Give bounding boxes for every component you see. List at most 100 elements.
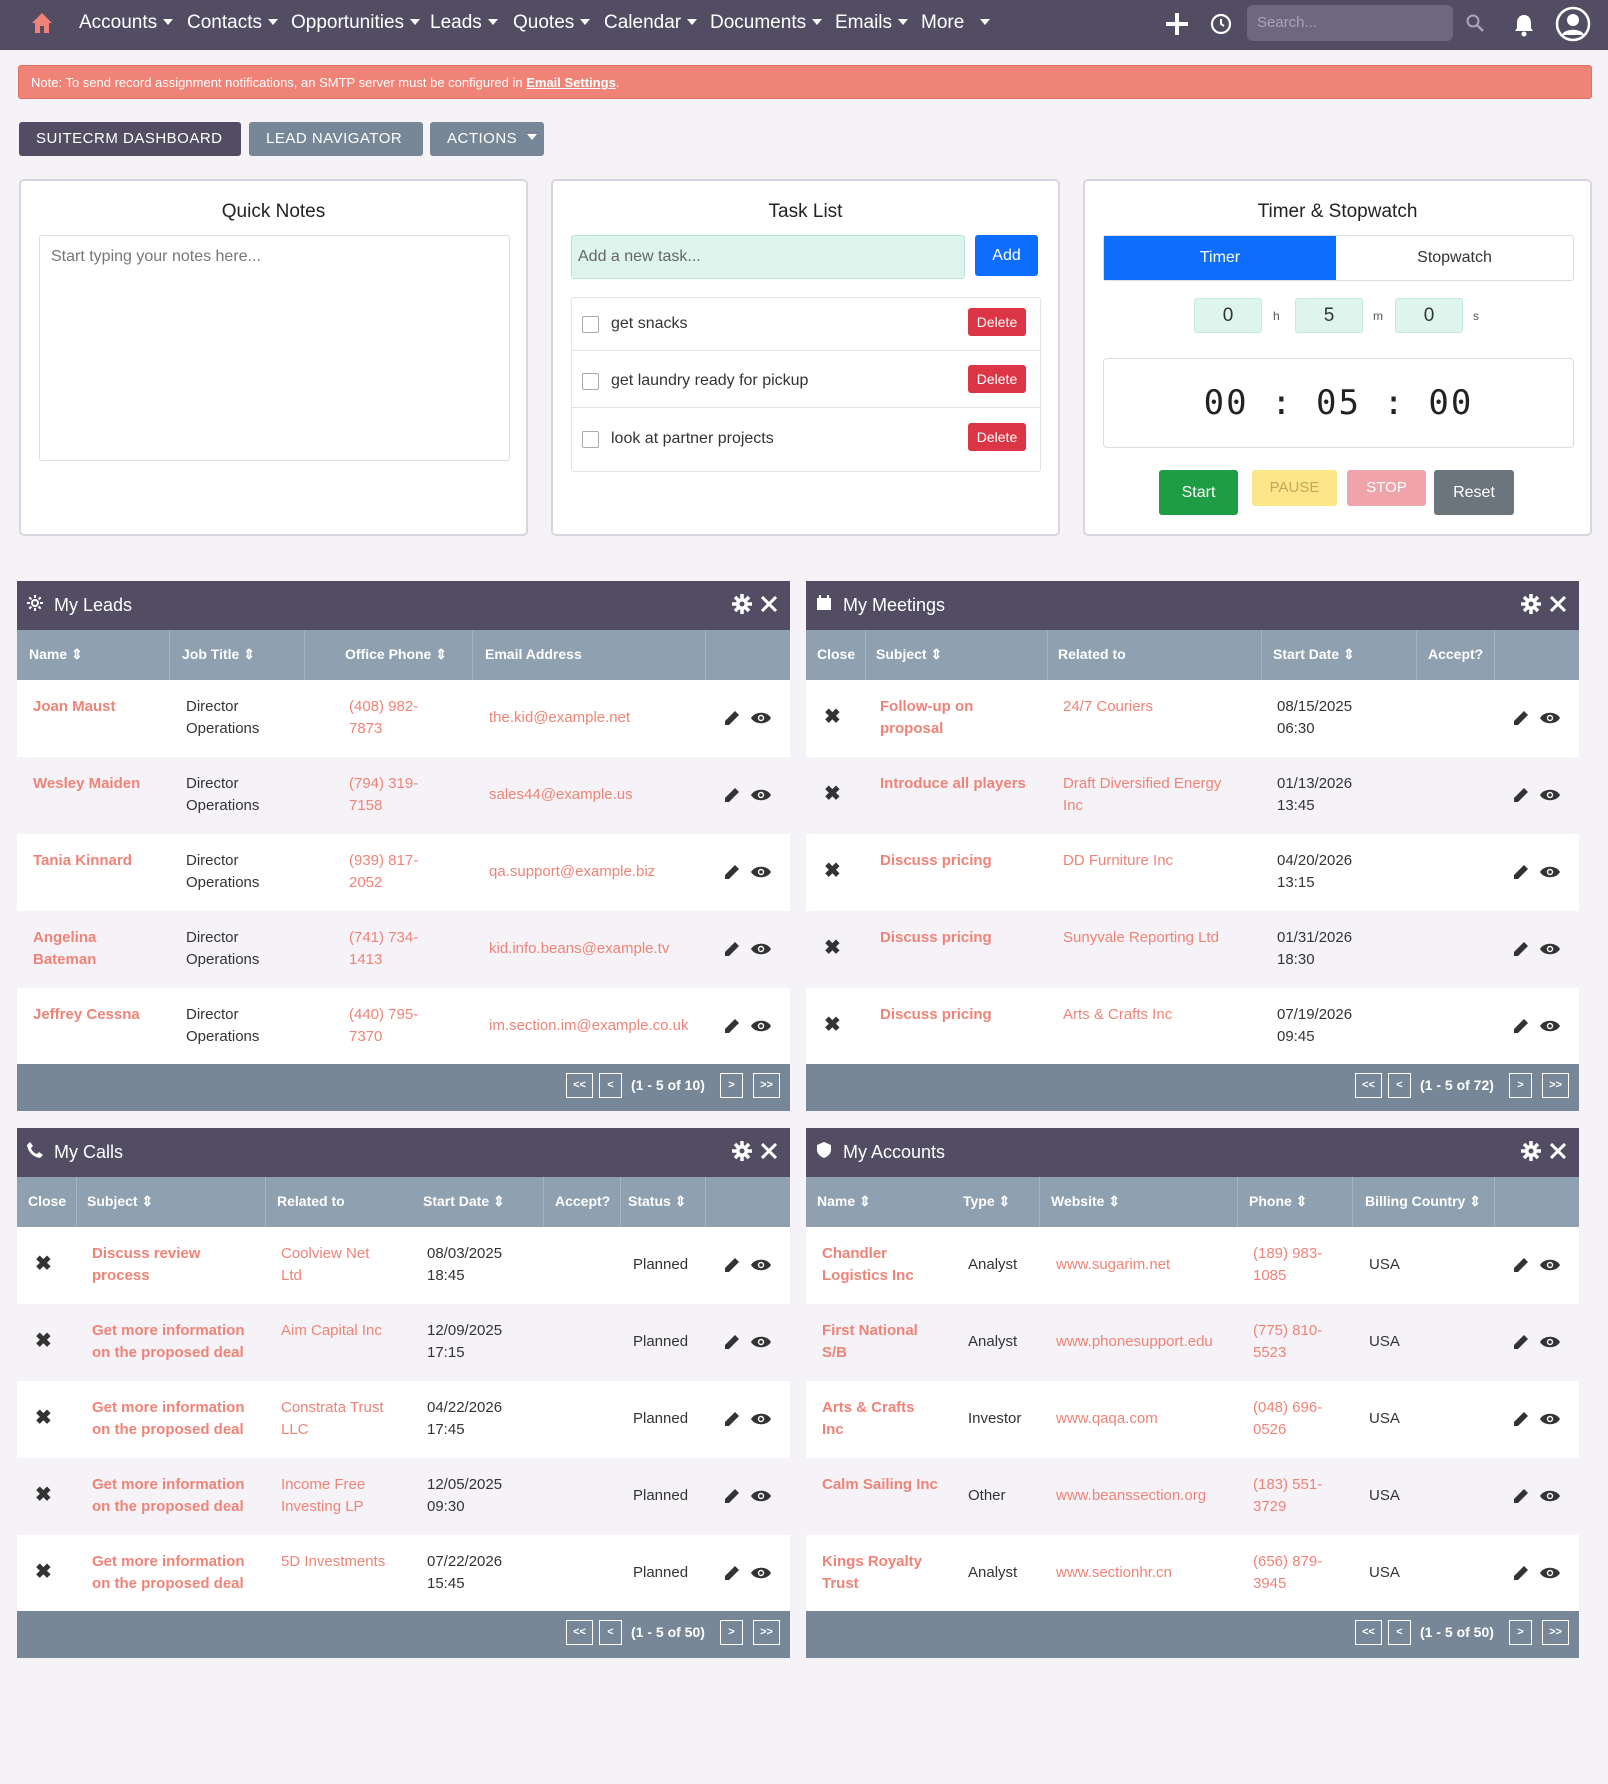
edit-pencil-icon[interactable]: [724, 1257, 740, 1278]
col-name[interactable]: Name ⇕: [29, 646, 83, 663]
timer-tab[interactable]: Timer: [1104, 236, 1336, 280]
edit-pencil-icon[interactable]: [724, 710, 740, 731]
prev-page-button[interactable]: <: [1388, 1620, 1411, 1645]
account-name-link[interactable]: Calm Sailing Inc: [822, 1474, 938, 1496]
close-x-icon[interactable]: ✖: [824, 781, 841, 806]
settings-gear-icon[interactable]: [732, 1141, 752, 1161]
lead-name-link[interactable]: Wesley Maiden: [33, 773, 140, 795]
delete-task-button[interactable]: Delete: [968, 308, 1026, 336]
task-checkbox[interactable]: [582, 316, 599, 333]
col-type[interactable]: Type ⇕: [963, 1193, 1010, 1210]
task-checkbox[interactable]: [582, 431, 599, 448]
col-job-title[interactable]: Job Title ⇕: [182, 646, 255, 663]
meeting-subject-link[interactable]: Introduce all players: [880, 773, 1026, 795]
call-subject-link[interactable]: Get more information on the proposed deal: [92, 1397, 245, 1441]
reset-button[interactable]: Reset: [1434, 470, 1514, 515]
close-x-icon[interactable]: ✖: [35, 1251, 52, 1276]
edit-pencil-icon[interactable]: [1513, 1018, 1529, 1039]
call-subject-link[interactable]: Get more information on the proposed deal: [92, 1551, 245, 1595]
view-eye-icon[interactable]: [751, 1019, 771, 1038]
prev-page-button[interactable]: <: [1388, 1073, 1411, 1098]
edit-pencil-icon[interactable]: [1513, 1565, 1529, 1586]
edit-pencil-icon[interactable]: [724, 1018, 740, 1039]
nav-emails[interactable]: Emails: [835, 12, 909, 34]
col-start-date[interactable]: Start Date ⇕: [1273, 646, 1355, 663]
view-eye-icon[interactable]: [1540, 788, 1560, 807]
stop-button[interactable]: STOP: [1347, 470, 1426, 506]
hours-input[interactable]: 0: [1194, 298, 1262, 333]
view-eye-icon[interactable]: [751, 1335, 771, 1354]
pause-button[interactable]: PAUSE: [1252, 470, 1337, 506]
edit-pencil-icon[interactable]: [1513, 1257, 1529, 1278]
col-phone[interactable]: Phone ⇕: [1249, 1193, 1307, 1210]
email-link[interactable]: qa.support@example.biz: [489, 861, 655, 883]
close-x-icon[interactable]: ✖: [35, 1328, 52, 1353]
last-page-button[interactable]: >>: [1542, 1073, 1569, 1098]
phone-link[interactable]: (048) 696- 0526: [1253, 1397, 1322, 1441]
close-x-icon[interactable]: ✖: [824, 935, 841, 960]
related-to-link[interactable]: Arts & Crafts Inc: [1063, 1004, 1172, 1026]
view-eye-icon[interactable]: [751, 942, 771, 961]
stopwatch-tab[interactable]: Stopwatch: [1336, 236, 1573, 280]
col-website[interactable]: Website ⇕: [1051, 1193, 1120, 1210]
office-phone-link[interactable]: (408) 982- 7873: [349, 696, 418, 740]
edit-pencil-icon[interactable]: [1513, 1411, 1529, 1432]
close-x-icon[interactable]: ✖: [35, 1405, 52, 1430]
phone-link[interactable]: (775) 810- 5523: [1253, 1320, 1322, 1364]
close-x-icon[interactable]: ✖: [824, 1012, 841, 1037]
view-eye-icon[interactable]: [1540, 1335, 1560, 1354]
view-eye-icon[interactable]: [1540, 1412, 1560, 1431]
delete-task-button[interactable]: Delete: [968, 365, 1026, 393]
close-icon[interactable]: [761, 1143, 777, 1159]
call-subject-link[interactable]: Get more information on the proposed deal: [92, 1320, 245, 1364]
lead-name-link[interactable]: Angelina Bateman: [33, 927, 96, 971]
related-to-link[interactable]: Sunyvale Reporting Ltd: [1063, 927, 1219, 949]
view-eye-icon[interactable]: [751, 1489, 771, 1508]
email-settings-link[interactable]: Email Settings: [526, 75, 616, 90]
view-eye-icon[interactable]: [751, 1566, 771, 1585]
suitecrm-dashboard-tab[interactable]: SUITECRM DASHBOARD: [19, 122, 241, 156]
email-link[interactable]: the.kid@example.net: [489, 707, 630, 729]
edit-pencil-icon[interactable]: [724, 1334, 740, 1355]
edit-pencil-icon[interactable]: [1513, 787, 1529, 808]
nav-quotes[interactable]: Quotes: [513, 12, 591, 34]
related-to-link[interactable]: 24/7 Couriers: [1063, 696, 1153, 718]
edit-pencil-icon[interactable]: [724, 1565, 740, 1586]
phone-link[interactable]: (183) 551- 3729: [1253, 1474, 1322, 1518]
view-eye-icon[interactable]: [751, 1258, 771, 1277]
new-task-input[interactable]: Add a new task...: [571, 235, 965, 279]
account-name-link[interactable]: Chandler Logistics Inc: [822, 1243, 914, 1287]
delete-task-button[interactable]: Delete: [968, 423, 1026, 451]
email-link[interactable]: im.section.im@example.co.uk: [489, 1015, 688, 1037]
col-status[interactable]: Status ⇕: [628, 1193, 686, 1210]
view-eye-icon[interactable]: [751, 1412, 771, 1431]
view-eye-icon[interactable]: [751, 865, 771, 884]
edit-pencil-icon[interactable]: [1513, 864, 1529, 885]
close-x-icon[interactable]: ✖: [35, 1482, 52, 1507]
edit-pencil-icon[interactable]: [1513, 1488, 1529, 1509]
col-start-date[interactable]: Start Date ⇕: [423, 1193, 505, 1210]
start-button[interactable]: Start: [1159, 470, 1238, 515]
col-name[interactable]: Name ⇕: [817, 1193, 871, 1210]
office-phone-link[interactable]: (794) 319- 7158: [349, 773, 418, 817]
last-page-button[interactable]: >>: [753, 1073, 780, 1098]
close-x-icon[interactable]: ✖: [824, 704, 841, 729]
user-avatar-icon[interactable]: [1555, 6, 1591, 42]
notes-textarea[interactable]: Start typing your notes here...: [39, 235, 510, 461]
search-input[interactable]: Search...: [1247, 5, 1453, 41]
edit-pencil-icon[interactable]: [724, 1488, 740, 1509]
nav-more[interactable]: More: [921, 12, 991, 34]
account-name-link[interactable]: Kings Royalty Trust: [822, 1551, 922, 1595]
view-eye-icon[interactable]: [1540, 942, 1560, 961]
website-link[interactable]: www.sectionhr.cn: [1056, 1562, 1172, 1584]
view-eye-icon[interactable]: [1540, 1258, 1560, 1277]
first-page-button[interactable]: <<: [566, 1073, 593, 1098]
first-page-button[interactable]: <<: [1355, 1073, 1382, 1098]
search-icon[interactable]: [1466, 14, 1484, 32]
related-to-link[interactable]: DD Furniture Inc: [1063, 850, 1173, 872]
next-page-button[interactable]: >: [1509, 1620, 1532, 1645]
history-icon[interactable]: [1209, 12, 1233, 36]
edit-pencil-icon[interactable]: [724, 941, 740, 962]
related-to-link[interactable]: Aim Capital Inc: [281, 1320, 382, 1342]
close-x-icon[interactable]: ✖: [824, 858, 841, 883]
